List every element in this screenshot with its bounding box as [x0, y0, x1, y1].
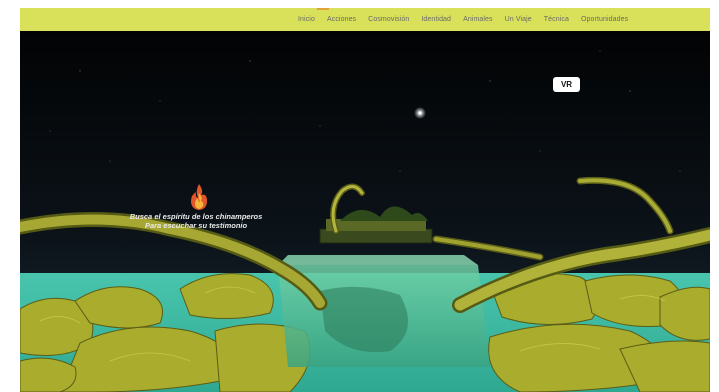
- nav-menu: Inicio Acciones Cosmovisión Identidad An…: [298, 8, 628, 31]
- nav-item-cosmovision[interactable]: Cosmovisión: [368, 16, 409, 23]
- nav-item-identidad[interactable]: Identidad: [421, 16, 451, 23]
- nav-item-inicio[interactable]: Inicio: [298, 16, 315, 23]
- top-navigation: Inicio Acciones Cosmovisión Identidad An…: [20, 8, 710, 31]
- hint-text: Busca el espíritu de los chinamperos Par…: [96, 212, 296, 230]
- nav-item-un-viaje[interactable]: Un Viaje: [505, 16, 532, 23]
- scene-render: [20, 31, 710, 392]
- viewport-frame: Inicio Acciones Cosmovisión Identidad An…: [20, 0, 710, 392]
- hint-line-2: Para escuchar su testimonio: [144, 220, 248, 230]
- vr-scene-canvas[interactable]: Busca el espíritu de los chinamperos Par…: [20, 31, 710, 392]
- nav-item-acciones[interactable]: Acciones: [327, 16, 356, 23]
- nav-item-animales[interactable]: Animales: [463, 16, 493, 23]
- flame-icon[interactable]: [188, 183, 210, 211]
- vr-mode-button[interactable]: VR: [553, 77, 580, 92]
- nav-item-tecnica[interactable]: Técnica: [544, 16, 569, 23]
- nav-item-oportunidades[interactable]: Oportunidades: [581, 16, 628, 23]
